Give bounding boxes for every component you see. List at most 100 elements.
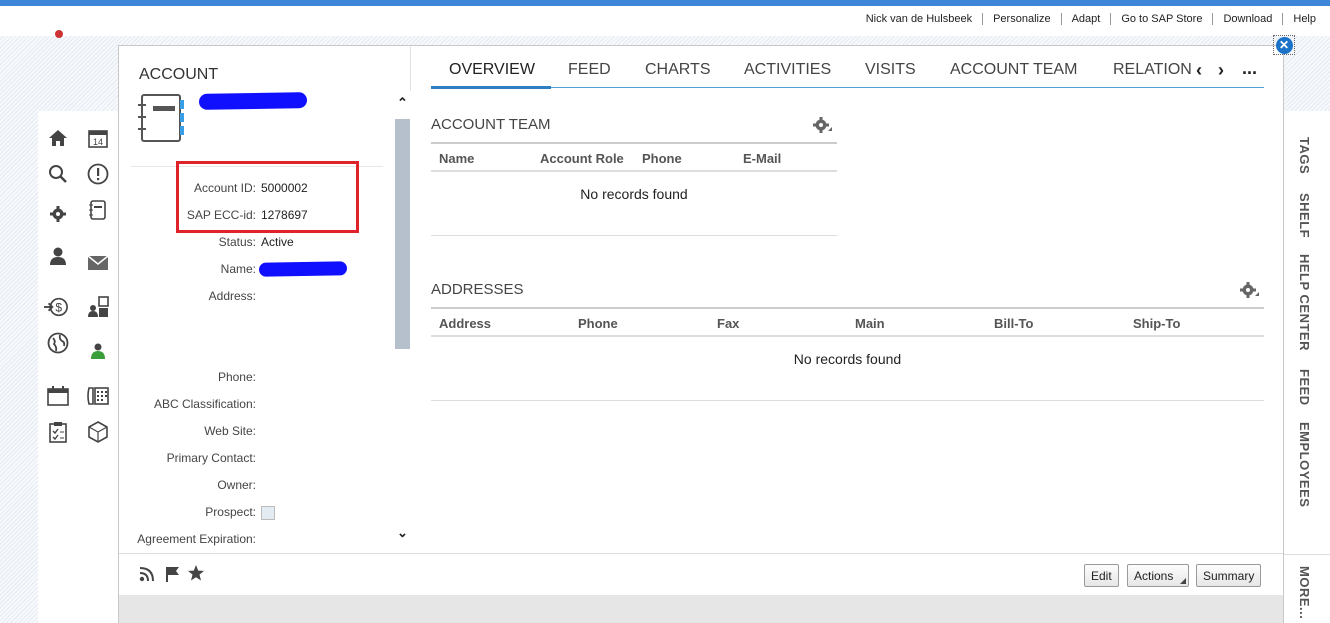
edit-button[interactable]: Edit	[1084, 564, 1119, 587]
col-email[interactable]: E-Mail	[743, 151, 781, 166]
summary-scrollbar[interactable]: ⌃ ⌄	[394, 91, 411, 553]
tab-scroll-right-icon[interactable]: ›	[1218, 60, 1224, 81]
home-icon[interactable]	[46, 126, 70, 150]
contact-icon[interactable]	[86, 339, 110, 363]
tab-bar: OVERVIEW FEED CHARTS ACTIVITIES VISITS A…	[431, 58, 1264, 89]
rail-separator	[1284, 554, 1330, 555]
calendar-icon[interactable]: 14	[86, 126, 110, 150]
field-abc-classification: ABC Classification:	[119, 397, 409, 413]
download-link[interactable]: Download	[1213, 13, 1284, 25]
personalize-link[interactable]: Personalize	[983, 13, 1062, 25]
col-name[interactable]: Name	[439, 151, 474, 166]
tab-visits[interactable]: VISITS	[865, 61, 916, 79]
help-link[interactable]: Help	[1283, 13, 1320, 25]
tab-scroll-left-icon[interactable]: ‹	[1196, 60, 1202, 81]
tab-charts[interactable]: CHARTS	[645, 61, 711, 79]
sap-store-link[interactable]: Go to SAP Store	[1111, 13, 1214, 25]
account-id-value: 5000002	[261, 181, 308, 195]
adapt-link[interactable]: Adapt	[1062, 13, 1112, 25]
rail-feed[interactable]: FEED	[1297, 369, 1312, 406]
rail-shelf[interactable]: SHELF	[1297, 193, 1312, 238]
col-account-role[interactable]: Account Role	[540, 151, 624, 166]
scroll-up-icon[interactable]: ⌃	[394, 95, 411, 111]
primary-contact-label: Primary Contact:	[166, 451, 256, 465]
mail-icon[interactable]	[86, 251, 110, 275]
favorite-star-icon[interactable]	[187, 564, 205, 587]
settings-icon[interactable]	[46, 202, 70, 226]
account-team-table: Name Account Role Phone E-Mail No record…	[431, 142, 837, 236]
col-address[interactable]: Address	[439, 316, 491, 331]
account-title: ACCOUNT	[139, 66, 219, 83]
dialog-bottom-strip	[119, 595, 1283, 623]
tab-activities[interactable]: ACTIVITIES	[744, 61, 831, 79]
person-icon[interactable]	[46, 244, 70, 268]
account-team-header: Name Account Role Phone E-Mail	[431, 142, 837, 172]
col-fax[interactable]: Fax	[717, 316, 739, 331]
field-address: Address:	[119, 289, 409, 305]
redacted-account-name	[198, 92, 308, 110]
phone-icon[interactable]	[86, 384, 110, 408]
svg-text:$: $	[55, 301, 62, 315]
field-phone: Phone:	[119, 370, 409, 386]
tab-feed[interactable]: FEED	[568, 61, 611, 79]
owner-label: Owner:	[217, 478, 256, 492]
account-dialog: ACCOUNT Account ID: 5000002 SAP ECC-id: …	[118, 45, 1284, 623]
rail-tags[interactable]: TAGS	[1297, 137, 1312, 174]
alert-icon[interactable]	[86, 162, 110, 186]
account-team-empty-message: No records found	[580, 186, 688, 202]
addresses-settings-icon[interactable]	[1239, 281, 1259, 304]
dialog-footer: Edit Actions Summary	[119, 553, 1283, 595]
redacted-name	[258, 261, 348, 277]
field-primary-contact: Primary Contact:	[119, 451, 409, 467]
col-ship-to[interactable]: Ship-To	[1133, 316, 1180, 331]
scroll-down-icon[interactable]: ⌄	[394, 525, 411, 541]
org-icon[interactable]	[86, 295, 110, 319]
tab-overflow-icon[interactable]: ...	[1242, 58, 1257, 79]
field-owner: Owner:	[119, 478, 409, 494]
actions-button[interactable]: Actions	[1127, 564, 1189, 587]
summary-button[interactable]: Summary	[1196, 564, 1262, 587]
account-team-settings-icon[interactable]	[812, 116, 832, 139]
close-dialog-button[interactable]: ✕	[1273, 35, 1295, 55]
tab-overview[interactable]: OVERVIEW	[449, 61, 535, 79]
prospect-checkbox[interactable]	[261, 505, 275, 520]
rail-more[interactable]: MORE...	[1297, 566, 1312, 619]
abc-classification-label: ABC Classification:	[153, 397, 256, 411]
actions-dropdown-icon	[1180, 578, 1186, 584]
clipboard-icon[interactable]	[46, 420, 70, 444]
field-web-site: Web Site:	[119, 424, 409, 440]
money-icon[interactable]: $	[44, 295, 68, 319]
account-summary-panel: ACCOUNT Account ID: 5000002 SAP ECC-id: …	[119, 46, 411, 553]
left-navigation: 14 $	[38, 111, 118, 623]
col-bill-to[interactable]: Bill-To	[994, 316, 1033, 331]
flag-icon[interactable]	[165, 566, 181, 587]
col-main[interactable]: Main	[855, 316, 885, 331]
col-phone[interactable]: Phone	[642, 151, 682, 166]
prospect-checkbox-wrap	[261, 505, 275, 520]
right-rail: TAGS SHELF HELP CENTER FEED EMPLOYEES MO…	[1284, 111, 1330, 623]
top-accent-bar	[0, 0, 1330, 6]
appointment-icon[interactable]	[46, 384, 70, 408]
user-name-link[interactable]: Nick van de Hulsbeek	[856, 13, 984, 25]
globe-icon[interactable]	[46, 331, 70, 355]
calendar-day: 14	[93, 137, 103, 147]
rss-icon[interactable]	[139, 566, 155, 587]
web-site-label: Web Site:	[204, 424, 256, 438]
search-icon[interactable]	[46, 162, 70, 186]
package-icon[interactable]	[86, 420, 110, 444]
account-notebook-icon	[138, 94, 184, 142]
scroll-thumb[interactable]	[395, 119, 410, 349]
agreement-expiration-label: Agreement Expiration:	[137, 532, 256, 546]
active-tab-indicator	[431, 86, 551, 89]
sap-ecc-id-value: 1278697	[261, 208, 308, 222]
tab-account-team[interactable]: ACCOUNT TEAM	[950, 61, 1077, 79]
tab-relationships[interactable]: RELATIONSHIPS	[1113, 61, 1191, 79]
actions-button-label: Actions	[1134, 568, 1174, 583]
col-address-phone[interactable]: Phone	[578, 316, 618, 331]
rail-help-center[interactable]: HELP CENTER	[1297, 254, 1312, 351]
addresses-title: ADDRESSES	[431, 281, 524, 298]
account-team-title: ACCOUNT TEAM	[431, 116, 551, 133]
rail-employees[interactable]: EMPLOYEES	[1297, 422, 1312, 507]
notebook-icon[interactable]	[86, 198, 110, 222]
field-status: Status: Active	[119, 235, 409, 251]
